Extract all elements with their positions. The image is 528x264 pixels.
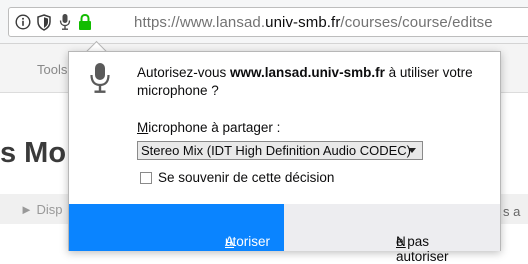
remember-label: Se souvenir de cette décision: [158, 170, 335, 185]
permission-message: Autorisez-vous www.lansad.univ-smb.fr à …: [137, 64, 487, 100]
url-domain: univ-smb.fr: [265, 14, 341, 31]
chevron-down-icon: [408, 148, 416, 153]
deny-button[interactable]: Ne pas autoriser: [284, 204, 500, 264]
nav-tools-link[interactable]: Tools: [37, 62, 67, 77]
url-bar: https://www.lansad.univ-smb.fr/courses/c…: [0, 0, 528, 44]
microphone-permission-popup: Autorisez-vous www.lansad.univ-smb.fr à …: [68, 51, 501, 264]
microphone-icon: [89, 61, 111, 100]
message-before: Autorisez-vous: [137, 65, 231, 80]
address-field[interactable]: https://www.lansad.univ-smb.fr/courses/c…: [8, 7, 528, 37]
disp-label-text: Disp: [36, 202, 63, 217]
url-suffix: /courses/course/editse: [340, 14, 493, 31]
page-heading: s Mo: [0, 137, 67, 169]
right-text-fragment: s a: [503, 204, 521, 219]
microphone-icon[interactable]: [59, 13, 71, 36]
allow-button[interactable]: Autoriser: [69, 204, 284, 251]
message-site: www.lansad.univ-smb.fr: [230, 65, 385, 80]
shield-icon[interactable]: [36, 14, 52, 36]
device-label: Microphone à partager :: [137, 120, 280, 135]
deny-rest: e pas autoriser: [396, 234, 449, 264]
url-text[interactable]: https://www.lansad.univ-smb.fr/courses/c…: [134, 14, 493, 31]
disp-row-label: ► Disp: [20, 202, 63, 217]
allow-rest: utoriser: [225, 234, 271, 249]
lock-icon[interactable]: [78, 13, 92, 36]
info-icon[interactable]: [15, 14, 31, 35]
url-prefix: https://www.lansad.: [134, 14, 266, 31]
device-selected-value: Stereo Mix (IDT High Definition Audio CO…: [141, 143, 411, 158]
device-label-accesskey: M: [137, 120, 149, 135]
remember-checkbox[interactable]: [140, 172, 152, 184]
device-label-rest: icrophone à partager :: [148, 120, 281, 135]
device-select[interactable]: Stereo Mix (IDT High Definition Audio CO…: [137, 141, 423, 160]
